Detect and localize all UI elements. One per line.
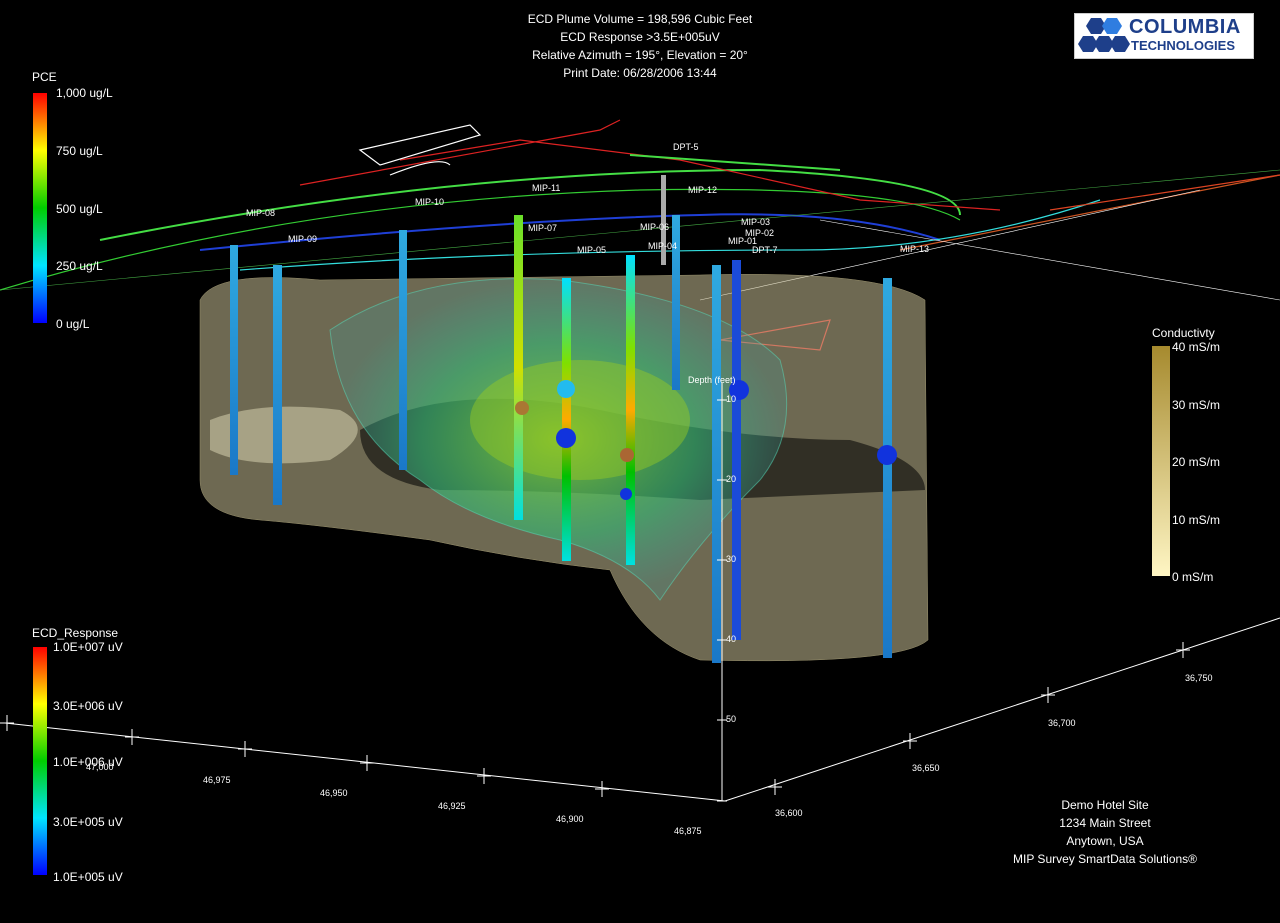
ecd-label-3e6: 3.0E+006 uV [53, 699, 123, 713]
x-axis-label: 46,975 [203, 775, 231, 785]
pce-color-bar [33, 93, 47, 323]
pce-label-250: 250 ug/L [56, 259, 103, 273]
y-axis-label: 36,750 [1185, 673, 1213, 683]
site-address: 1234 Main Street [1059, 816, 1151, 830]
site-name: Demo Hotel Site [1061, 798, 1149, 812]
conductivity-legend-title: Conductivty [1152, 326, 1215, 340]
site-info-footer: Demo Hotel Site 1234 Main Street Anytown… [1010, 796, 1200, 868]
hexagon-logo-icon [1078, 18, 1130, 52]
cond-label-30: 30 mS/m [1172, 398, 1221, 412]
depth-axis-title: Depth (feet) [688, 375, 736, 385]
x-axis-label: 46,925 [438, 801, 466, 811]
y-axis-label: 36,700 [1048, 718, 1076, 728]
borehole-label: DPT-7 [752, 245, 778, 255]
header-info: ECD Plume Volume = 198,596 Cubic Feet EC… [440, 10, 840, 82]
borehole-label: MIP-09 [288, 234, 318, 244]
x-axis-label: 46,950 [320, 788, 348, 798]
ecd-response-text: ECD Response >3.5E+005uV [560, 30, 720, 44]
pce-label-500: 500 ug/L [56, 202, 103, 216]
logo-text-secondary: TECHNOLOGIES [1131, 38, 1236, 53]
y-axis-label: 36,600 [775, 808, 803, 818]
depth-tick: 50 [726, 714, 737, 724]
x-axis-label: 46,875 [674, 826, 702, 836]
ecd-label-max: 1.0E+007 uV [53, 640, 123, 654]
borehole-label: MIP-08 [246, 208, 276, 218]
depth-tick: 30 [726, 554, 737, 564]
depth-tick: 20 [726, 474, 737, 484]
ecd-color-bar [33, 647, 47, 875]
survey-credit: MIP Survey SmartData Solutions® [1012, 852, 1198, 866]
columbia-logo: COLUMBIA TECHNOLOGIES [1074, 13, 1254, 59]
borehole-label: MIP-07 [528, 223, 558, 233]
borehole-label: DPT-5 [673, 142, 699, 152]
cond-label-40: 40 mS/m [1172, 340, 1221, 354]
borehole-label: MIP-13 [900, 244, 930, 254]
y-axis-label: 36,650 [912, 763, 940, 773]
cond-label-0: 0 mS/m [1172, 570, 1214, 584]
conductivity-color-bar [1152, 346, 1170, 576]
ecd-label-min: 1.0E+005 uV [53, 870, 123, 884]
3d-visualization [0, 93, 1280, 875]
pce-label-max: 1,000 ug/L [56, 86, 113, 100]
pce-legend-title: PCE [32, 70, 57, 84]
site-city: Anytown, USA [1066, 834, 1144, 848]
depth-tick: 40 [726, 634, 737, 644]
cond-label-10: 10 mS/m [1172, 513, 1221, 527]
ecd-legend-title: ECD_Response [32, 626, 119, 640]
borehole-label: MIP-10 [415, 197, 445, 207]
print-date-text: Print Date: 06/28/2006 13:44 [563, 66, 717, 80]
depth-tick: 10 [726, 394, 737, 404]
x-axis-label: 47,000 [86, 762, 114, 772]
borehole-label: MIP-05 [577, 245, 607, 255]
borehole-label: MIP-03 [741, 217, 771, 227]
pce-label-750: 750 ug/L [56, 144, 103, 158]
borehole-label: MIP-04 [648, 241, 678, 251]
borehole-label: MIP-06 [640, 222, 670, 232]
borehole-label: MIP-11 [532, 183, 561, 193]
logo-text-primary: COLUMBIA [1129, 16, 1241, 38]
x-axis-label: 46,900 [556, 814, 584, 824]
ecd-label-3e5: 3.0E+005 uV [53, 815, 123, 829]
view-angle-text: Relative Azimuth = 195°, Elevation = 20° [532, 48, 748, 62]
borehole-label: MIP-12 [688, 185, 718, 195]
cond-label-20: 20 mS/m [1172, 455, 1221, 469]
plume-volume-text: ECD Plume Volume = 198,596 Cubic Feet [527, 12, 753, 26]
pce-label-min: 0 ug/L [56, 317, 90, 331]
